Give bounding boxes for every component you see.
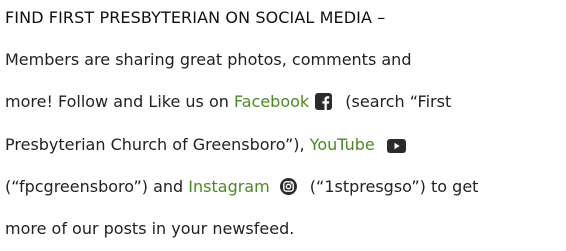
paragraph-line-1: Members are sharing great photos, commen… <box>5 50 411 69</box>
paragraph-text: more! Follow and Like us on <box>5 92 229 111</box>
section-heading: FIND FIRST PRESBYTERIAN ON SOCIAL MEDIA … <box>5 8 386 27</box>
paragraph-text: (“1stpresgso”) to get <box>309 177 479 196</box>
paragraph-line-2: more! Follow and Like us on Facebook (se… <box>5 92 451 111</box>
youtube-icon[interactable] <box>386 139 406 153</box>
paragraph-text: more of our posts in your newsfeed. <box>5 219 295 238</box>
facebook-icon[interactable] <box>315 93 333 110</box>
paragraph-text: Presbyterian Church of Greensboro”), <box>5 135 305 154</box>
instagram-icon[interactable] <box>279 178 297 195</box>
paragraph-line-4: (“fpcgreensboro”) and Instagram (“1stpre… <box>5 177 478 196</box>
paragraph-line-5: more of our posts in your newsfeed. <box>5 219 294 238</box>
instagram-link[interactable]: Instagram <box>188 177 269 196</box>
youtube-link[interactable]: YouTube <box>310 135 375 154</box>
social-media-section: FIND FIRST PRESBYTERIAN ON SOCIAL MEDIA … <box>0 0 566 251</box>
paragraph-text: Members are sharing great photos, commen… <box>5 50 412 69</box>
paragraph-line-3: Presbyterian Church of Greensboro”), You… <box>5 135 414 154</box>
facebook-link[interactable]: Facebook <box>234 92 309 111</box>
paragraph-text: (search “First <box>345 92 452 111</box>
paragraph-text: (“fpcgreensboro”) and <box>5 177 184 196</box>
